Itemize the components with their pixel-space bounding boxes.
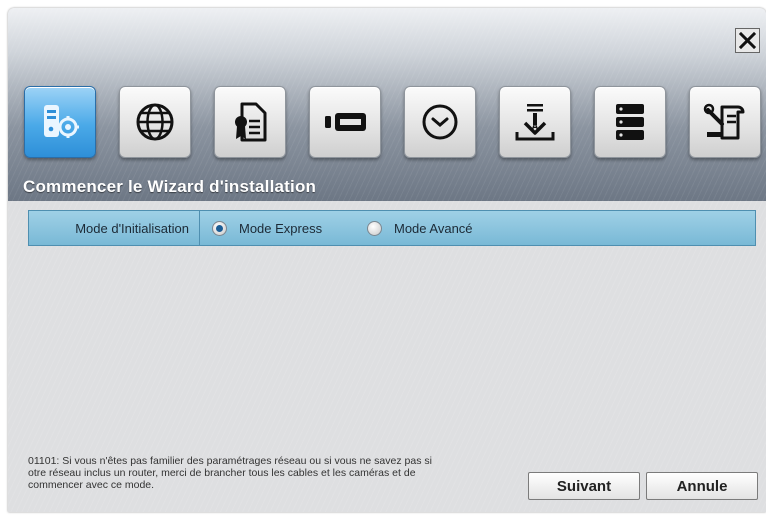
- server-storage-icon: [616, 104, 644, 140]
- wizard-window: A Commencer le Wizard d'installation Mod…: [8, 8, 766, 512]
- certificate-document-icon: [235, 102, 267, 142]
- step-camera[interactable]: [309, 86, 381, 158]
- step-storage[interactable]: [594, 86, 666, 158]
- help-note: 01101: Si vous n'êtes pas familier des p…: [28, 455, 432, 491]
- cancel-button[interactable]: Annule: [646, 472, 758, 500]
- system-settings-icon: [44, 105, 79, 138]
- radio-mode-express[interactable]: Mode Express: [212, 211, 322, 245]
- next-button[interactable]: Suivant: [528, 472, 640, 500]
- wizard-title: Commencer le Wizard d'installation: [23, 177, 317, 196]
- step-stamp[interactable]: A: [499, 86, 571, 158]
- radio-label-advanced: Mode Avancé: [394, 220, 473, 236]
- close-icon: [739, 32, 756, 49]
- step-network[interactable]: [119, 86, 191, 158]
- svg-text:A: A: [532, 122, 539, 131]
- globe-network-icon: [136, 103, 174, 141]
- radio-button-unchecked[interactable]: [367, 220, 382, 236]
- video-camera-icon: [325, 113, 366, 131]
- tools-document-icon: [703, 103, 745, 140]
- close-button[interactable]: [735, 28, 760, 53]
- radio-label-express: Mode Express: [239, 220, 323, 236]
- step-system-settings[interactable]: [24, 86, 96, 158]
- mode-selector-bar: Mode d'Initialisation Mode Express Mode …: [28, 210, 756, 246]
- step-certificate[interactable]: [214, 86, 286, 158]
- radio-button-checked[interactable]: [212, 220, 227, 236]
- step-tools[interactable]: [689, 86, 761, 158]
- mode-label: Mode d'Initialisation: [29, 211, 200, 245]
- wizard-header: A Commencer le Wizard d'installation: [8, 8, 766, 201]
- step-time[interactable]: [404, 86, 476, 158]
- radio-mode-advanced[interactable]: Mode Avancé: [367, 211, 473, 245]
- stamp-approval-icon: A: [515, 104, 555, 141]
- clock-icon: [422, 104, 458, 140]
